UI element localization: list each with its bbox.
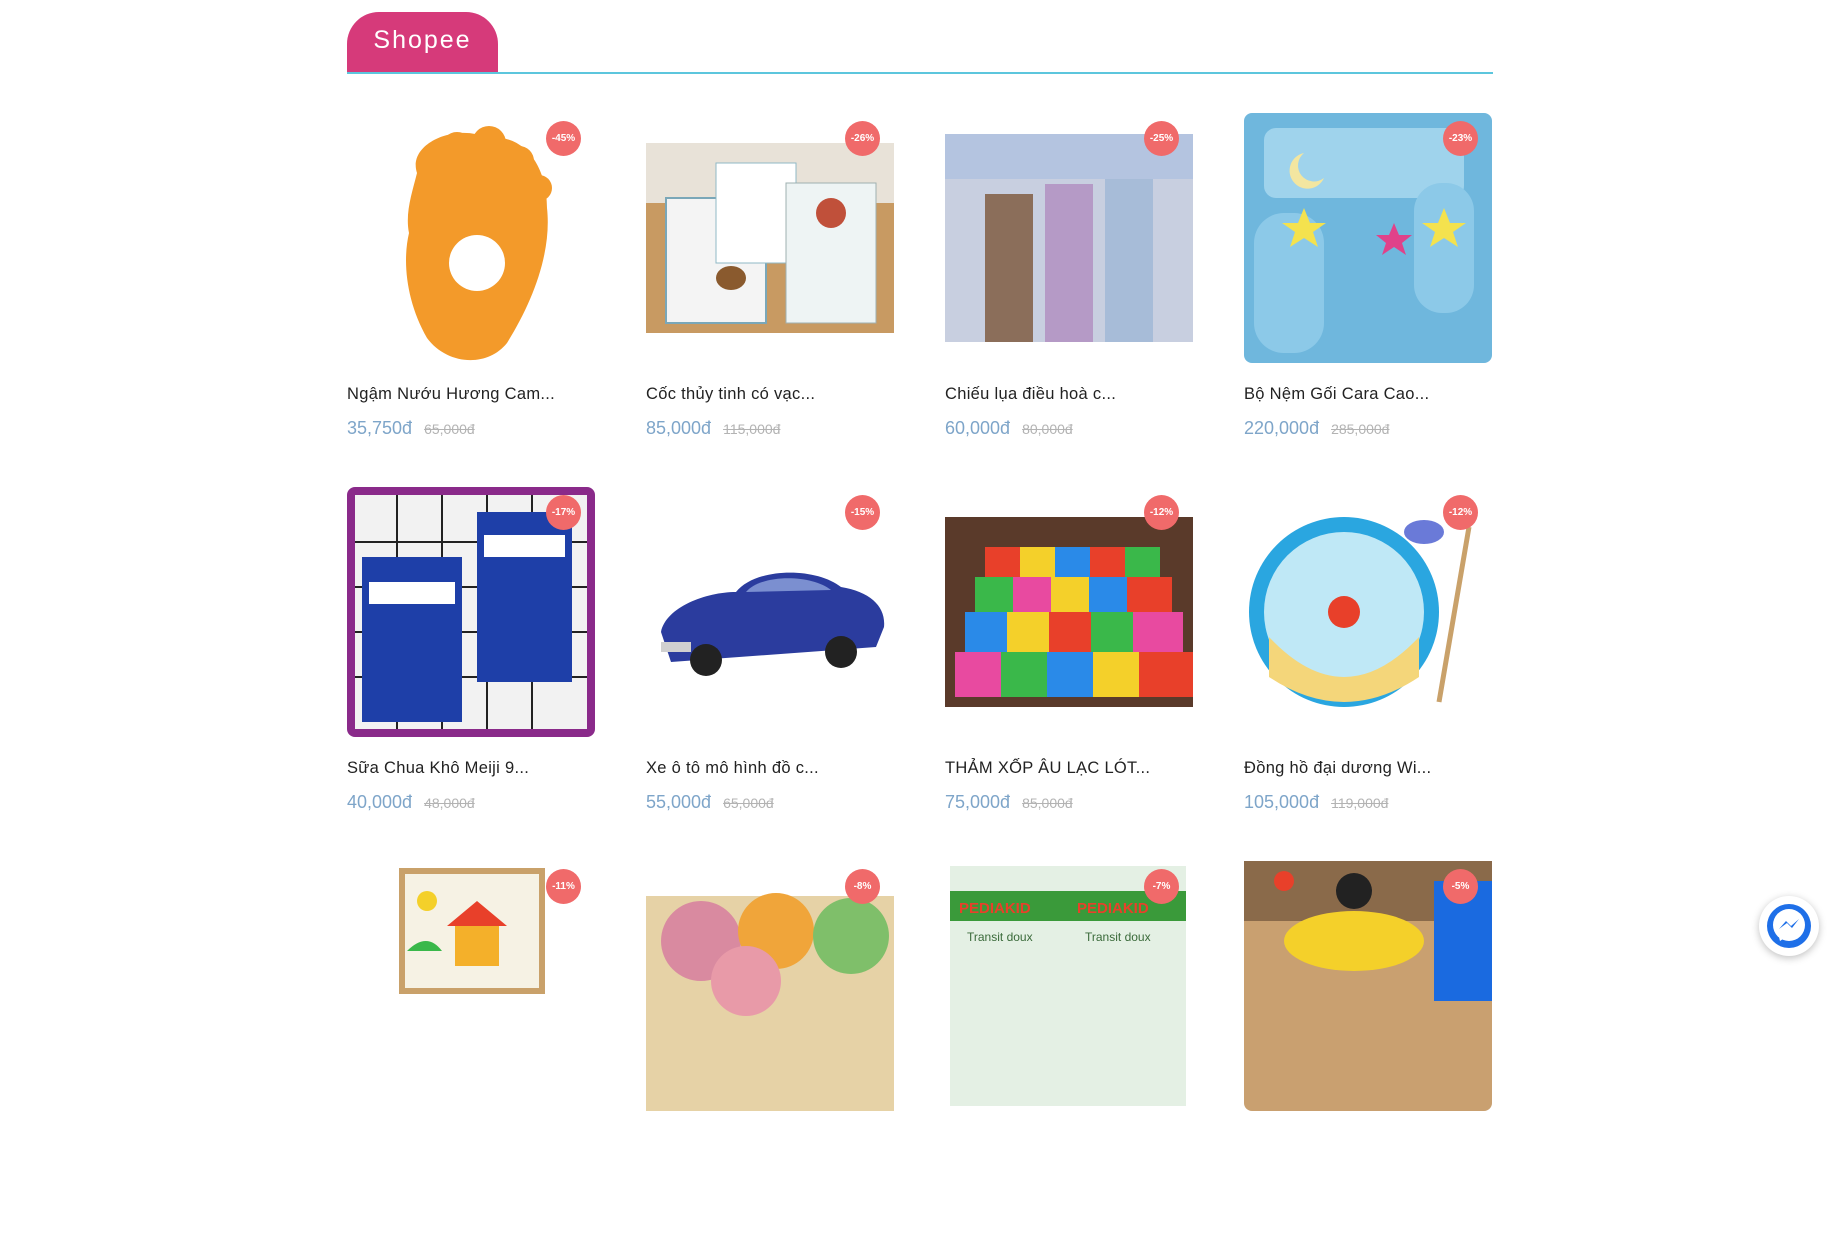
product-image[interactable]: -17%	[347, 487, 595, 737]
svg-text:Transit doux: Transit doux	[1085, 930, 1151, 944]
product-name[interactable]: Bộ Nệm Gối Cara Cao...	[1244, 385, 1492, 404]
product-card[interactable]: -8%	[646, 861, 894, 1235]
product-image[interactable]: -25%	[945, 113, 1193, 363]
product-image[interactable]: -8%	[646, 861, 894, 1111]
product-card[interactable]: -12% THẢM XỐP ÂU LẠC LÓT... 75,000đ 85,0…	[945, 487, 1193, 861]
product-name[interactable]: Đồng hồ đại dương Wi...	[1244, 759, 1492, 778]
discount-badge: -26%	[845, 121, 880, 156]
product-card[interactable]: -26% Cốc thủy tinh có vạc... 85,000đ 115…	[646, 113, 894, 487]
product-name[interactable]: Ngậm Nướu Hương Cam...	[347, 385, 595, 404]
product-card[interactable]: -25% Chiếu lụa điều hoà c... 60,000đ 80,…	[945, 113, 1193, 487]
product-name[interactable]: Sữa Chua Khô Meiji 9...	[347, 759, 595, 778]
product-old-price: 80,000đ	[1022, 421, 1073, 437]
discount-badge: -7%	[1144, 869, 1179, 904]
svg-text:Transit doux: Transit doux	[967, 930, 1033, 944]
discount-badge: -15%	[845, 495, 880, 530]
discount-badge: -12%	[1144, 495, 1179, 530]
product-old-price: 48,000đ	[424, 795, 475, 811]
product-card[interactable]: -17% Sữa Chua Khô Meiji 9... 40,000đ 48,…	[347, 487, 595, 861]
product-old-price: 119,000đ	[1331, 795, 1389, 811]
svg-text:PEDIAKID: PEDIAKID	[959, 900, 1031, 917]
product-image[interactable]: -11%	[347, 861, 595, 1111]
product-price: 55,000đ	[646, 792, 712, 812]
product-grid: -45% Ngậm Nướu Hương Cam... 35,750đ 65,0…	[347, 113, 1493, 1235]
product-price: 85,000đ	[646, 418, 712, 438]
product-image[interactable]: -12%	[945, 487, 1193, 737]
product-old-price: 285,000đ	[1331, 421, 1390, 437]
product-card[interactable]: -15% Xe ô tô mô hình đồ c... 55,000đ 65,…	[646, 487, 894, 861]
product-price: 40,000đ	[347, 792, 413, 812]
tab-shopee[interactable]: Shopee	[347, 12, 498, 72]
product-card[interactable]: -12% Đồng hồ đại dương Wi... 105,000đ 11…	[1244, 487, 1492, 861]
product-image[interactable]: -26%	[646, 113, 894, 363]
discount-badge: -23%	[1443, 121, 1478, 156]
product-old-price: 85,000đ	[1022, 795, 1073, 811]
product-card[interactable]: -45% Ngậm Nướu Hương Cam... 35,750đ 65,0…	[347, 113, 595, 487]
product-image[interactable]: -12%	[1244, 487, 1492, 737]
product-card[interactable]: -5%	[1244, 861, 1492, 1235]
messenger-icon	[1767, 904, 1811, 948]
product-old-price: 65,000đ	[424, 421, 475, 437]
product-price: 105,000đ	[1244, 792, 1320, 812]
product-price: 35,750đ	[347, 418, 413, 438]
product-card[interactable]: PEDIAKID PEDIAKID Transit doux Transit d…	[945, 861, 1193, 1235]
product-name[interactable]: Chiếu lụa điều hoà c...	[945, 385, 1193, 404]
product-image[interactable]: PEDIAKID PEDIAKID Transit doux Transit d…	[945, 861, 1193, 1111]
discount-badge: -5%	[1443, 869, 1478, 904]
product-price: 75,000đ	[945, 792, 1011, 812]
product-old-price: 115,000đ	[723, 421, 781, 437]
product-name[interactable]: Xe ô tô mô hình đồ c...	[646, 759, 894, 778]
discount-badge: -17%	[546, 495, 581, 530]
svg-text:PEDIAKID: PEDIAKID	[1077, 900, 1149, 917]
product-image[interactable]: -15%	[646, 487, 894, 737]
discount-badge: -45%	[546, 121, 581, 156]
product-old-price: 65,000đ	[723, 795, 774, 811]
product-image[interactable]: -5%	[1244, 861, 1492, 1111]
section-header: Shopee	[347, 0, 1493, 74]
messenger-button[interactable]	[1759, 896, 1819, 956]
product-card[interactable]: -23% Bộ Nệm Gối Cara Cao... 220,000đ 285…	[1244, 113, 1492, 487]
product-name[interactable]: THẢM XỐP ÂU LẠC LÓT...	[945, 759, 1193, 778]
discount-badge: -12%	[1443, 495, 1478, 530]
product-name[interactable]: Cốc thủy tinh có vạc...	[646, 385, 894, 404]
discount-badge: -11%	[546, 869, 581, 904]
product-price: 220,000đ	[1244, 418, 1320, 438]
shopee-section: Shopee -45% Ngậm Nướu Hương Cam... 35,75…	[347, 0, 1493, 1111]
product-price: 60,000đ	[945, 418, 1011, 438]
product-image[interactable]: -45%	[347, 113, 595, 363]
product-card[interactable]: -11%	[347, 861, 595, 1235]
discount-badge: -25%	[1144, 121, 1179, 156]
product-image[interactable]: -23%	[1244, 113, 1492, 363]
discount-badge: -8%	[845, 869, 880, 904]
